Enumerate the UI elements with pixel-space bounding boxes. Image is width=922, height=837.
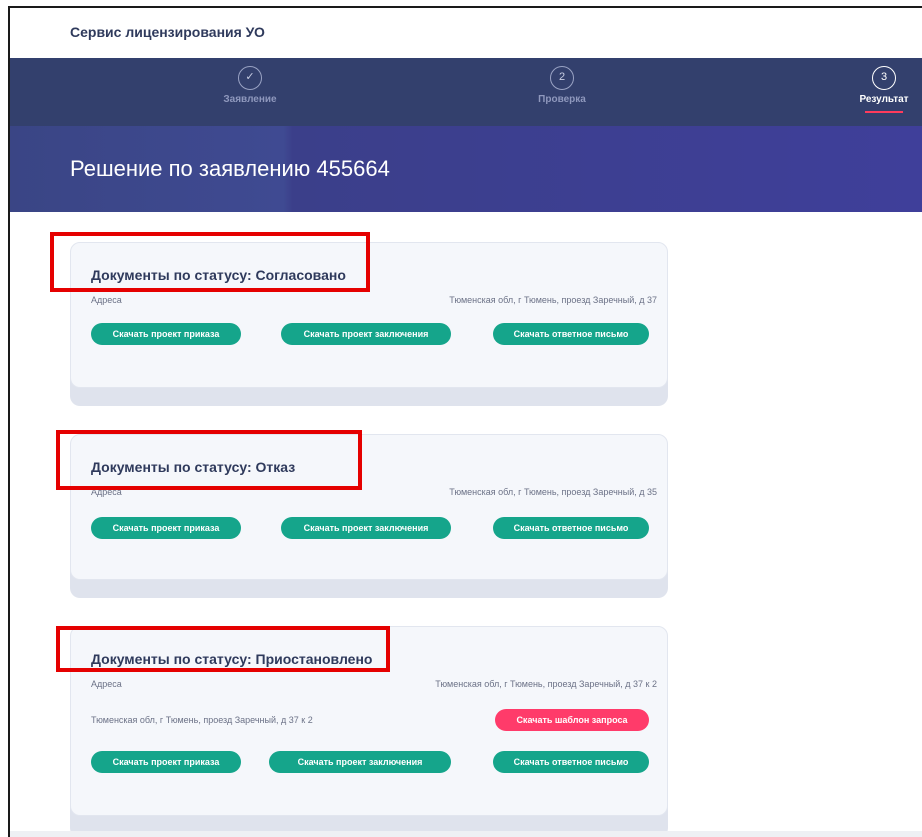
download-order-draft-button[interactable]: Скачать проект приказа [91,517,241,539]
step-result[interactable]: 3 Результат [824,66,922,113]
top-bar: Сервис лицензирования УО [10,8,922,58]
download-response-letter-button[interactable]: Скачать ответное письмо [493,517,649,539]
highlight-box [56,626,390,672]
download-order-draft-button[interactable]: Скачать проект приказа [91,323,241,345]
step-check[interactable]: 2 Проверка [502,66,622,105]
download-conclusion-draft-button[interactable]: Скачать проект заключения [281,517,451,539]
step-label: Результат [859,94,909,105]
download-response-letter-button[interactable]: Скачать ответное письмо [493,751,649,773]
address-label: Адреса [91,295,122,305]
highlight-box [50,232,370,292]
download-conclusion-draft-button[interactable]: Скачать проект заключения [269,751,451,773]
download-response-letter-button[interactable]: Скачать ответное письмо [493,323,649,345]
page-header: Решение по заявлению 455664 [10,126,922,212]
address-value: Тюменская обл, г Тюмень, проезд Заречный… [449,295,657,305]
step-label: Проверка [538,94,586,105]
address-label: Адреса [91,679,122,689]
download-request-template-button[interactable]: Скачать шаблон запроса [495,709,649,731]
download-order-draft-button[interactable]: Скачать проект приказа [91,751,241,773]
address-value: Тюменская обл, г Тюмень, проезд Заречный… [449,487,657,497]
download-conclusion-draft-button[interactable]: Скачать проект заключения [281,323,451,345]
number-3-icon: 3 [872,66,896,90]
page-title: Решение по заявлению 455664 [70,156,390,181]
step-application[interactable]: ✓ Заявление [190,66,310,105]
number-2-icon: 2 [550,66,574,90]
address-value: Тюменская обл, г Тюмень, проезд Заречный… [435,679,657,689]
progress-stepper: ✓ Заявление 2 Проверка 3 Результат [10,58,922,126]
check-icon: ✓ [238,66,262,90]
highlight-box [56,430,362,490]
step-label: Заявление [223,94,277,105]
request-address: Тюменская обл, г Тюмень, проезд Заречный… [91,715,313,725]
app-title: Сервис лицензирования УО [70,24,265,40]
app-window: Сервис лицензирования УО ✓ Заявление 2 П… [8,6,922,837]
bottom-divider [10,831,922,837]
active-step-indicator [865,111,903,113]
